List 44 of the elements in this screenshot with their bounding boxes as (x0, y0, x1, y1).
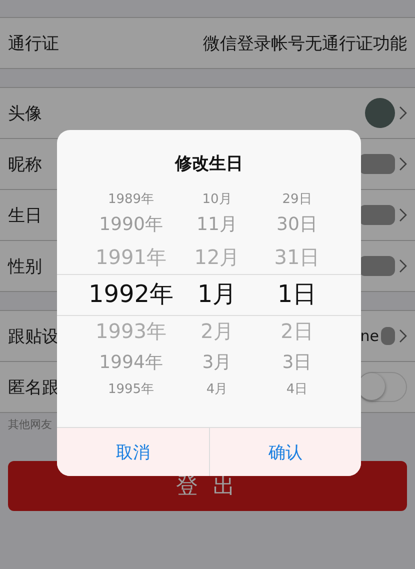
mosaic-patch (381, 327, 395, 345)
row-value: ne (360, 327, 379, 345)
dialog-button[interactable]: 确认 (208, 428, 361, 476)
picker-option[interactable]: 2月 (200, 314, 234, 348)
picker-option[interactable]: 10月 (202, 188, 232, 210)
mosaic-patch (359, 154, 395, 174)
mosaic-patch (359, 256, 395, 276)
row-label: 头像 (8, 102, 42, 124)
picker-option[interactable]: 1月 (197, 274, 237, 314)
picker-option[interactable]: 12月 (194, 240, 240, 274)
settings-row[interactable]: 通行证 微信登录帐号无通行证功能 (0, 18, 415, 69)
picker-option[interactable]: 1993年 (96, 314, 166, 348)
chevron-icon (399, 106, 407, 120)
row-label: 跟贴设 (8, 326, 59, 348)
chevron-icon (399, 329, 407, 343)
picker-option[interactable]: 31日 (274, 240, 320, 274)
row-label: 生日 (8, 204, 42, 226)
picker-option[interactable]: 29日 (282, 188, 312, 210)
picker-option[interactable]: 1992年 (88, 274, 174, 314)
picker-option[interactable]: 3日 (282, 348, 312, 378)
chevron-icon (399, 259, 407, 273)
row-label: 性别 (8, 256, 42, 278)
picker-option[interactable]: 4日 (286, 378, 308, 400)
picker-option[interactable]: 2日 (280, 314, 314, 348)
avatar-image (365, 98, 395, 128)
picker-option[interactable]: 1991年 (96, 240, 166, 274)
row-label: 通行证 (8, 32, 59, 54)
row-value: 微信登录帐号无通行证功能 (203, 32, 407, 54)
dialog-title: 修改生日 (174, 153, 244, 170)
picker-option[interactable]: 1995年 (108, 378, 154, 400)
picker-option[interactable]: 1990年 (99, 210, 163, 240)
picker-option[interactable]: 3月 (202, 348, 232, 378)
picker-option[interactable]: 30日 (276, 210, 318, 240)
chevron-icon (399, 157, 407, 171)
row-label: 昵称 (8, 154, 42, 176)
picker-option[interactable]: 11月 (196, 210, 238, 240)
footnote-text: 其他网友 (7, 417, 53, 433)
picker-option[interactable]: 1989年 (108, 188, 154, 210)
picker-option[interactable]: 1994年 (99, 348, 163, 378)
row-label: 匿名跟 (8, 376, 59, 398)
mosaic-patch (359, 205, 395, 225)
picker-option[interactable]: 1日 (277, 274, 317, 314)
picker-option[interactable]: 4月 (206, 378, 228, 400)
chevron-icon (399, 208, 407, 222)
